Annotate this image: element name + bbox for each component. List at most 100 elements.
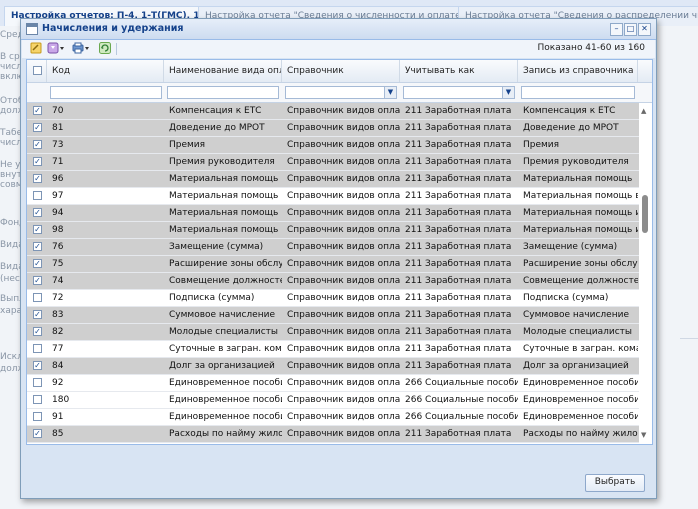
filter-button[interactable] <box>47 42 67 56</box>
row-checkbox[interactable]: ✓ <box>33 225 42 234</box>
filter-name-input[interactable] <box>167 86 279 99</box>
bg-text-fragment: Выпл <box>0 294 22 304</box>
row-checkbox[interactable]: ✓ <box>33 106 42 115</box>
table-row[interactable]: 97 Материальная помощь в ... Справочник ви… <box>27 188 639 205</box>
dialog-title: Начисления и удержания <box>42 23 184 34</box>
minimize-icon[interactable]: – <box>610 23 623 36</box>
print-icon <box>72 42 89 54</box>
table-row[interactable]: 180 Единовременное пособи... Справочник ви… <box>27 392 639 409</box>
table-row[interactable]: ✓ 71 Премия руководителя Справочник видов о… <box>27 154 639 171</box>
table-row[interactable]: ✓ 82 Молодые специалисты Справочник видов о… <box>27 324 639 341</box>
row-checkbox[interactable]: ✓ <box>33 208 42 217</box>
table-row[interactable]: 72 Подписка (сумма) Справочник видов оплат… <box>27 290 639 307</box>
column-header-reference[interactable]: Справочник <box>282 60 400 82</box>
table-row[interactable]: ✓ 84 Долг за организацией Справочник видов … <box>27 358 639 375</box>
table-row[interactable]: ✓ 85 Расходы по найму жилог... Справочник в… <box>27 426 639 443</box>
chevron-down-icon[interactable]: ▼ <box>384 87 396 98</box>
table-row[interactable]: ✓ 81 Доведение до МРОТ Справочник видов опл… <box>27 120 639 137</box>
bg-divider <box>680 338 698 339</box>
bg-text-fragment: Вида <box>0 262 22 272</box>
row-checkbox[interactable]: ✓ <box>33 310 42 319</box>
print-button[interactable] <box>72 42 92 56</box>
row-checkbox[interactable] <box>33 378 42 387</box>
cell-reference-record: Суточные в загран. кома... <box>523 344 638 354</box>
table-row[interactable]: ✓ 96 Материальная помощь Справочник видов о… <box>27 171 639 188</box>
cell-account-as: 211 Заработная плата <box>405 123 512 133</box>
row-checkbox[interactable]: ✓ <box>33 361 42 370</box>
select-all-column[interactable] <box>27 60 47 82</box>
row-checkbox[interactable]: ✓ <box>33 259 42 268</box>
cell-reference-record: Расходы по найму жилог... <box>523 429 638 439</box>
table-row[interactable]: ✓ 73 Премия Справочник видов оплат 211 Зараб… <box>27 137 639 154</box>
table-row[interactable]: 77 Суточные в загран. кома... Справочник в… <box>27 341 639 358</box>
cell-reference-record: Совмещение должностей... <box>523 276 638 286</box>
filter-reference-record-input[interactable] <box>521 86 635 99</box>
cell-name: Материальная помощь и... <box>169 208 282 218</box>
cell-reference-record: Долг за организацией <box>523 361 629 371</box>
chevron-down-icon[interactable]: ▼ <box>502 87 514 98</box>
row-checkbox[interactable] <box>33 293 42 302</box>
cell-account-as: 211 Заработная плата <box>405 225 512 235</box>
row-checkbox[interactable]: ✓ <box>33 157 42 166</box>
scroll-thumb[interactable] <box>642 195 648 233</box>
cell-account-as: 211 Заработная плата <box>405 293 512 303</box>
row-checkbox[interactable] <box>33 191 42 200</box>
edit-button[interactable] <box>29 42 43 56</box>
row-checkbox[interactable]: ✓ <box>33 276 42 285</box>
row-checkbox[interactable]: ✓ <box>33 140 42 149</box>
cell-code: 85 <box>52 429 64 439</box>
cell-code: 81 <box>52 123 64 133</box>
column-header-reference-record[interactable]: Запись из справочника <box>518 60 638 82</box>
row-checkbox[interactable]: ✓ <box>33 123 42 132</box>
cell-account-as: 211 Заработная плата <box>405 174 512 184</box>
dialog-header[interactable]: Начисления и удержания – □ ✕ <box>21 19 656 40</box>
scroll-down-icon[interactable]: ▼ <box>641 431 646 439</box>
refresh-button[interactable] <box>98 42 112 56</box>
cell-reference: Справочник видов оплат <box>287 208 400 218</box>
cell-name: Единовременное пособи... <box>169 395 282 405</box>
column-header-name[interactable]: Наименование вида опла... <box>164 60 282 82</box>
cell-code: 72 <box>52 293 64 303</box>
bg-text-fragment: долж <box>0 106 22 116</box>
table-row[interactable]: 92 Единовременное пособи... Справочник вид… <box>27 375 639 392</box>
table-row[interactable]: ✓ 98 Материальная помощь и... Справочник ви… <box>27 222 639 239</box>
filter-account-as-select[interactable]: ▼ <box>403 86 515 99</box>
select-all-checkbox[interactable] <box>33 66 42 75</box>
cell-reference-record: Суммовое начисление <box>523 310 629 320</box>
bg-text-fragment: совм <box>0 180 22 190</box>
close-icon[interactable]: ✕ <box>638 23 651 36</box>
maximize-icon[interactable]: □ <box>624 23 637 36</box>
pager-info: Показано 41-60 из 160 <box>537 43 645 53</box>
cell-reference-record: Материальная помощь и... <box>523 208 638 218</box>
table-row[interactable]: ✓ 83 Суммовое начисление Справочник видов о… <box>27 307 639 324</box>
table-row[interactable]: ✓ 70 Компенсация к ЕТС Справочник видов опл… <box>27 103 639 120</box>
cell-name: Материальная помощь в ... <box>169 191 282 201</box>
scroll-up-icon[interactable]: ▲ <box>641 107 646 115</box>
filter-code-input[interactable] <box>50 86 162 99</box>
bg-text-fragment: Сред <box>0 30 22 40</box>
column-header-code[interactable]: Код <box>47 60 164 82</box>
table-row[interactable]: ✓ 94 Материальная помощь и... Справочник ви… <box>27 205 639 222</box>
filter-reference-select[interactable]: ▼ <box>285 86 397 99</box>
row-checkbox[interactable]: ✓ <box>33 242 42 251</box>
cell-name: Единовременное пособи... <box>169 378 282 388</box>
table-row[interactable]: ✓ 75 Расширение зоны обслу... Справочник ви… <box>27 256 639 273</box>
cell-account-as: 266 Социальные пособия... <box>405 378 518 388</box>
refresh-icon <box>99 42 111 54</box>
row-checkbox[interactable] <box>33 412 42 421</box>
row-checkbox[interactable] <box>33 395 42 404</box>
cell-reference: Справочник видов оплат <box>287 140 400 150</box>
table-row[interactable]: ✓ 76 Замещение (сумма) Справочник видов опл… <box>27 239 639 256</box>
table-row[interactable]: 91 Единовременное пособи... Справочник вид… <box>27 409 639 426</box>
vertical-scrollbar[interactable]: ▲ ▼ <box>639 103 651 443</box>
cell-account-as: 211 Заработная плата <box>405 157 512 167</box>
table-row[interactable]: ✓ 74 Совмещение должностей... Справочник ви… <box>27 273 639 290</box>
row-checkbox[interactable]: ✓ <box>33 327 42 336</box>
cell-reference: Справочник видов оплат <box>287 225 400 235</box>
row-checkbox[interactable] <box>33 344 42 353</box>
column-header-account-as[interactable]: Учитывать как <box>400 60 518 82</box>
select-button[interactable]: Выбрать <box>585 474 645 492</box>
bg-text-fragment: вклю <box>0 72 22 82</box>
row-checkbox[interactable]: ✓ <box>33 174 42 183</box>
row-checkbox[interactable]: ✓ <box>33 429 42 438</box>
